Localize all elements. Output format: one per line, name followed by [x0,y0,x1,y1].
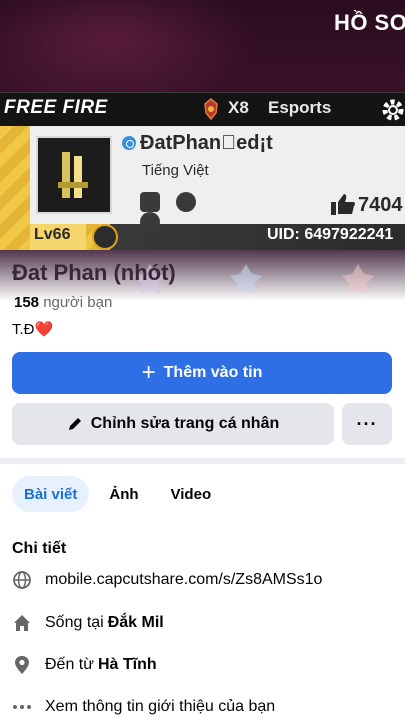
add-to-story-label: Thêm vào tin [163,364,263,381]
pencil-icon [68,418,81,430]
profile-name: Đat Phan (nhót) [12,260,176,285]
tab-posts[interactable]: Bài viết [12,476,90,512]
gender-male-icon [122,136,136,150]
grid-badge-icon [140,212,160,232]
more-options-button[interactable]: ··· [342,403,392,445]
detail-from: Đến từ Hà Tĩnh [12,653,157,677]
see-about-label: Xem thông tin giới thiệu của bạn [45,698,276,715]
profile-bio: T.Đ❤️ [12,321,54,338]
gear-icon [382,99,404,121]
player-ign: ĐatPhan ed¡t [140,132,273,154]
location-pin-icon [12,655,32,675]
avatar-emblem-icon [58,152,88,198]
profile-tabs: Bài viết Ảnh Video [12,476,231,512]
game-avatar [36,136,112,214]
detail-lives-in: Sống tại Đắk Mil [12,611,164,635]
friends-count: 158 [14,294,40,311]
lives-in-place: Đắk Mil [107,614,164,631]
thumbs-up-icon [331,194,355,215]
edit-profile-label: Chỉnh sửa trang cá nhân [90,415,280,432]
cover-photo[interactable]: HỒ SƠ FREE FIRE X8 Esports ĐatPhan ed¡t … [0,0,405,300]
calendar-badge-icon [140,192,160,212]
from-place: Hà Tĩnh [97,656,157,673]
website-link[interactable]: mobile.capcutshare.com/s/Zs8AMSs1o [45,571,322,589]
tab-videos[interactable]: Video [159,476,224,512]
details-title: Chi tiết [12,540,67,557]
edit-profile-button[interactable]: Chỉnh sửa trang cá nhân [12,403,334,445]
home-icon [12,613,32,633]
likes-count: 7404 [358,194,403,216]
globe-icon [12,570,32,590]
rank-count: X8 [228,98,249,117]
friends-count-link[interactable]: 158 người bạn [14,294,112,311]
free-fire-logo: FREE FIRE [4,97,108,118]
gift-icon [92,224,118,250]
tab-photos[interactable]: Ảnh [97,476,150,512]
rank-badge-icon [204,98,218,120]
badge-row [140,192,240,232]
add-to-story-button[interactable]: + Thêm vào tin [12,352,392,394]
player-language: Tiếng Việt [142,162,209,179]
lives-in-label: Sống tại [45,614,104,631]
from-label: Đến từ [45,656,94,673]
cover-corner-title: HỒ SƠ [333,10,405,35]
player-level: Lv66 [34,226,71,243]
section-divider [0,458,405,464]
player-card: ĐatPhan ed¡t Tiếng Việt 7404 Lv66 UID: 6… [0,126,405,250]
player-uid: UID: 6497922241 [267,226,394,243]
crest-icon [230,264,262,294]
clock-badge-icon [176,192,196,212]
more-dots-icon [12,697,32,717]
friends-label: người bạn [43,294,113,311]
esports-label: Esports [268,98,332,117]
crest-icon [342,264,374,294]
detail-website[interactable]: mobile.capcutshare.com/s/Zs8AMSs1o [12,568,322,592]
plus-icon: + [141,359,156,386]
game-top-bar: FREE FIRE X8 Esports [0,92,405,126]
detail-see-about[interactable]: Xem thông tin giới thiệu của bạn [12,695,275,719]
